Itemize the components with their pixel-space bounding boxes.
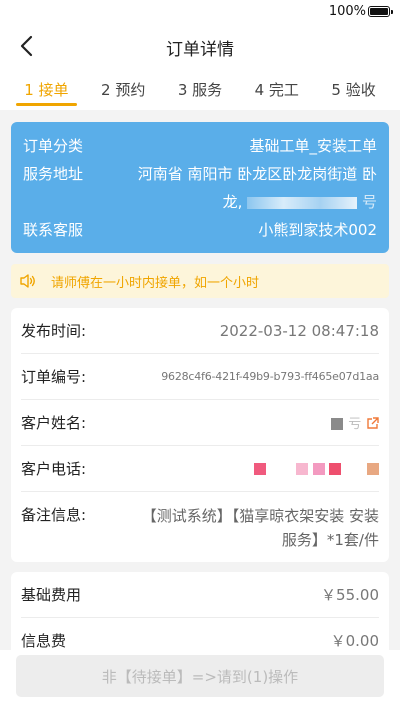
order-detail-card: 发布时间: 2022-03-12 08:47:18 订单编号: 9628c4f6… <box>11 308 389 562</box>
info-fee-label: 信息费 <box>21 632 67 650</box>
tab-step-appointment[interactable]: 2 预约 <box>85 68 162 110</box>
address-label: 服务地址 <box>23 165 84 183</box>
category-row: 订单分类 基础工单_安装工单 <box>23 132 377 160</box>
customer-name-row: 客户姓名: 亏 <box>21 400 379 446</box>
customer-name-value: 亏 <box>331 413 379 432</box>
phone-pixel <box>312 463 325 475</box>
category-label: 订单分类 <box>23 137 84 155</box>
base-fee-row: 基础费用 ￥55.00 <box>21 572 379 618</box>
service-label: 联系客服 <box>23 221 84 239</box>
order-number-row: 订单编号: 9628c4f6-421f-49b9-b793-ff465e07d1… <box>21 354 379 400</box>
customer-phone-row: 客户电话: <box>21 446 379 492</box>
remark-row: 备注信息: 【测试系统】【猫享晾衣架安装 安装服务】*1套/件 <box>21 492 379 562</box>
tab-step-complete[interactable]: 4 完工 <box>238 68 315 110</box>
address-line2-end: 号 <box>361 193 377 211</box>
category-value: 基础工单_安装工单 <box>249 137 377 155</box>
service-value[interactable]: 小熊到家技术002 <box>258 216 377 244</box>
phone-pixel <box>350 463 363 475</box>
order-info-card: 订单分类 基础工单_安装工单 服务地址 河南省 南阳市 卧龙区卧龙岗街道 卧 龙… <box>11 122 389 253</box>
redacted-address <box>247 196 358 209</box>
remark-value: 【测试系统】【猫享晾衣架安装 安装服务】*1套/件 <box>141 507 379 549</box>
base-fee-label: 基础费用 <box>21 586 82 604</box>
external-link-icon[interactable] <box>366 417 379 430</box>
address-line1: 河南省 南阳市 卧龙区卧龙岗街道 卧 <box>137 165 377 183</box>
phone-pixel <box>277 463 292 475</box>
customer-name-label: 客户姓名: <box>21 414 87 432</box>
bottom-action-bar: 非【待接单】=>请到(1)操作 <box>0 650 400 711</box>
service-row: 联系客服 小熊到家技术002 <box>23 216 377 244</box>
notice-text: 请师傅在一小时内接单，如一个小时 <box>51 275 260 291</box>
publish-time-label: 发布时间: <box>21 322 87 340</box>
redacted-name <box>331 417 344 430</box>
publish-time-value: 2022-03-12 08:47:18 <box>219 321 379 340</box>
tab-step-acceptance[interactable]: 5 验收 <box>315 68 392 110</box>
phone-pixel <box>295 463 308 475</box>
redacted-phone[interactable] <box>254 460 379 478</box>
publish-time-row: 发布时间: 2022-03-12 08:47:18 <box>21 308 379 354</box>
nav-bar: 订单详情 <box>0 24 400 68</box>
status-bar: 100% <box>0 0 400 24</box>
notice-banner: 请师傅在一小时内接单，如一个小时 <box>11 264 389 298</box>
address-row: 服务地址 河南省 南阳市 卧龙区卧龙岗街道 卧 龙, 号 <box>23 160 377 216</box>
remark-label: 备注信息: <box>21 506 87 524</box>
tab-step-service[interactable]: 3 服务 <box>162 68 239 110</box>
battery-percentage: 100% <box>328 4 366 19</box>
customer-name-text: 亏 <box>348 417 362 432</box>
info-fee-value: ￥0.00 <box>330 632 379 650</box>
tab-step-accept[interactable]: 1 接单 <box>8 68 85 110</box>
speaker-icon <box>20 274 35 288</box>
base-fee-value: ￥55.00 <box>321 586 379 604</box>
phone-pixel <box>367 463 379 475</box>
page-title: 订单详情 <box>166 40 234 60</box>
address-value: 河南省 南阳市 卧龙区卧龙岗街道 卧 龙, 号 <box>138 160 377 216</box>
order-number-label: 订单编号: <box>21 368 87 386</box>
customer-phone-label: 客户电话: <box>21 460 87 478</box>
battery-icon <box>368 6 393 17</box>
order-number-value: 9628c4f6-421f-49b9-b793-ff465e07d1aa <box>161 370 379 383</box>
address-line2: 龙, <box>222 193 243 211</box>
phone-pixel <box>329 463 342 475</box>
phone-pixel <box>254 463 267 475</box>
step-tabs: 1 接单 2 预约 3 服务 4 完工 5 验收 <box>0 68 400 110</box>
order-action-button[interactable]: 非【待接单】=>请到(1)操作 <box>16 655 384 697</box>
